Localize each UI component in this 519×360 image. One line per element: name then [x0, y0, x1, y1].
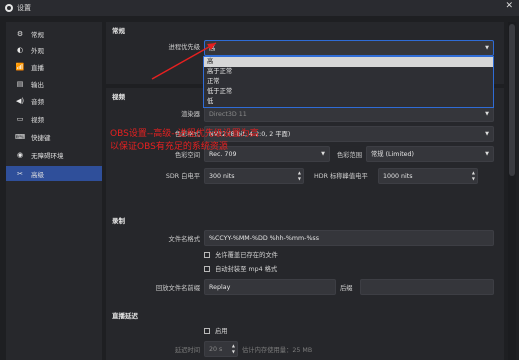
output-icon: ▤ — [16, 79, 24, 88]
section-title: 录制 — [112, 217, 125, 225]
sidebar-item-accessibility[interactable]: ◉ 无障碍环境 — [6, 147, 102, 162]
chevron-down-icon: ▼ — [321, 151, 325, 157]
remux-label: 自动封装至 mp4 格式 — [215, 266, 278, 273]
gear-icon: ⚙ — [16, 29, 24, 38]
renderer-value: Direct3D 11 — [209, 111, 247, 118]
delay-enable-label: 启用 — [215, 328, 228, 335]
annotation-line-1: OBS设置--高级--进程优先级设置为高 — [110, 129, 259, 139]
priority-option[interactable]: 高 — [204, 57, 493, 67]
replay-prefix-label: 回放文件名前缀 — [155, 285, 200, 292]
priority-option[interactable]: 低于正常 — [204, 87, 493, 97]
sidebar-item-general[interactable]: ⚙ 常规 — [6, 26, 102, 41]
chevron-down-icon: ▼ — [485, 111, 489, 117]
sdr-spinbox[interactable]: 300 nits ▲ ▼ — [204, 168, 304, 184]
chevron-down-icon: ▼ — [485, 131, 489, 137]
filename-input[interactable]: %CCYY-%MM-%DD %hh-%mm-%ss — [204, 230, 494, 246]
checkbox-icon — [204, 265, 210, 272]
sidebar-item-video[interactable]: ▭ 视频 — [6, 111, 102, 126]
color-range-label: 色彩范围 — [336, 152, 362, 159]
sidebar-item-label: 输出 — [31, 80, 44, 89]
spinner-arrows-icon[interactable]: ▲ ▼ — [232, 343, 235, 355]
delay-enable-checkbox[interactable]: 启用 — [204, 326, 228, 335]
divider — [0, 16, 519, 21]
sidebar-item-label: 无障碍环境 — [31, 151, 64, 160]
broadcast-icon: 📶 — [15, 62, 25, 71]
section-title: 常规 — [112, 27, 125, 35]
spinner-arrows-icon[interactable]: ▲ ▼ — [472, 170, 475, 182]
overwrite-label: 允许覆盖已存在的文件 — [215, 252, 278, 259]
spinner-arrows-icon[interactable]: ▲ ▼ — [298, 170, 301, 182]
delay-value: 20 s — [209, 346, 223, 353]
hdr-label: HDR 标称峰值电平 — [314, 173, 368, 180]
priority-option[interactable]: 正常 — [204, 77, 493, 87]
accessibility-icon: ◉ — [16, 150, 24, 159]
sidebar-item-appearance[interactable]: ◐ 外观 — [6, 42, 102, 57]
delay-label: 延迟时间 — [174, 347, 200, 354]
sidebar: ⚙ 常规 ◐ 外观 📶 直播 ▤ 输出 ◀) 音频 ▭ 视频 ⌨ 快捷键 ◉ 无… — [6, 22, 102, 360]
obs-logo-icon — [5, 4, 13, 12]
filename-value: %CCYY-%MM-%DD %hh-%mm-%ss — [209, 235, 319, 242]
sidebar-item-advanced[interactable]: ✂ 高级 — [6, 166, 102, 181]
sdr-value: 300 nits — [209, 173, 235, 180]
checkbox-icon — [204, 251, 210, 258]
renderer-select[interactable]: Direct3D 11 ▼ — [204, 106, 494, 122]
keyboard-icon: ⌨ — [15, 132, 26, 141]
section-title: 直播延迟 — [112, 312, 138, 320]
priority-value: 高 — [209, 45, 216, 52]
scrollbar-thumb[interactable] — [509, 24, 515, 176]
wrench-icon: ✂ — [17, 169, 23, 178]
speaker-icon: ◀) — [15, 96, 25, 105]
checkbox-icon — [204, 327, 210, 334]
delay-spinbox[interactable]: 20 s ▲ ▼ — [204, 341, 238, 357]
palette-icon: ◐ — [16, 45, 24, 54]
priority-label: 进程优先级 — [168, 44, 200, 51]
filename-label: 文件名格式 — [168, 236, 200, 243]
section-title: 视频 — [112, 93, 125, 101]
sidebar-item-label: 音频 — [31, 97, 44, 106]
replay-prefix-input[interactable]: Replay — [204, 279, 336, 295]
memory-estimate: 估计内存使用量：25 MB — [242, 347, 313, 354]
color-range-select[interactable]: 常规 (Limited) ▼ — [366, 146, 494, 162]
sidebar-item-label: 直播 — [31, 63, 44, 72]
title-bar: 设置 ✕ — [0, 0, 519, 16]
sidebar-item-label: 高级 — [31, 170, 44, 179]
suffix-label: 后缀 — [340, 285, 353, 292]
priority-dropdown-list: 高 高于正常 正常 低于正常 低 — [203, 56, 494, 108]
chevron-down-icon: ▼ — [485, 151, 489, 157]
overwrite-checkbox[interactable]: 允许覆盖已存在的文件 — [204, 250, 278, 259]
priority-option[interactable]: 低 — [204, 97, 493, 107]
suffix-input[interactable] — [360, 279, 494, 295]
priority-select[interactable]: 高 ▼ — [204, 40, 494, 56]
sdr-label: SDR 白电平 — [165, 173, 200, 180]
renderer-label: 渲染器 — [181, 111, 200, 118]
close-icon[interactable]: ✕ — [505, 1, 513, 11]
replay-prefix-value: Replay — [209, 284, 231, 291]
window-title: 设置 — [17, 4, 31, 12]
stream-delay-section: 直播延迟 启用 延迟时间 20 s ▲ ▼ 估计内存使用量：25 MB — [106, 304, 504, 360]
priority-option[interactable]: 高于正常 — [204, 67, 493, 77]
sidebar-item-stream[interactable]: 📶 直播 — [6, 59, 102, 74]
hdr-spinbox[interactable]: 1000 nits ▲ ▼ — [378, 168, 478, 184]
sidebar-item-audio[interactable]: ◀) 音频 — [6, 93, 102, 108]
annotation-line-2: 以保证OBS有充足的系统资源 — [110, 142, 228, 152]
color-range-value: 常规 (Limited) — [371, 151, 414, 158]
sidebar-item-label: 外观 — [31, 46, 44, 55]
sidebar-item-label: 视频 — [31, 115, 44, 124]
sidebar-item-hotkeys[interactable]: ⌨ 快捷键 — [6, 129, 102, 144]
recording-section: 录制 文件名格式 %CCYY-%MM-%DD %hh-%mm-%ss 允许覆盖已… — [106, 208, 504, 304]
remux-checkbox[interactable]: 自动封装至 mp4 格式 — [204, 264, 277, 273]
monitor-icon: ▭ — [16, 114, 24, 123]
hdr-value: 1000 nits — [383, 173, 413, 180]
chevron-down-icon: ▼ — [485, 45, 489, 51]
sidebar-item-label: 常规 — [31, 30, 44, 39]
annotation-text: OBS设置--高级--进程优先级设置为高 以保证OBS有充足的系统资源 — [110, 128, 259, 154]
sidebar-item-output[interactable]: ▤ 输出 — [6, 76, 102, 91]
sidebar-item-label: 快捷键 — [31, 133, 51, 142]
video-section: 视频 渲染器 Direct3D 11 ▼ 色彩格式 NV12 (8-bit, 4… — [106, 88, 504, 224]
